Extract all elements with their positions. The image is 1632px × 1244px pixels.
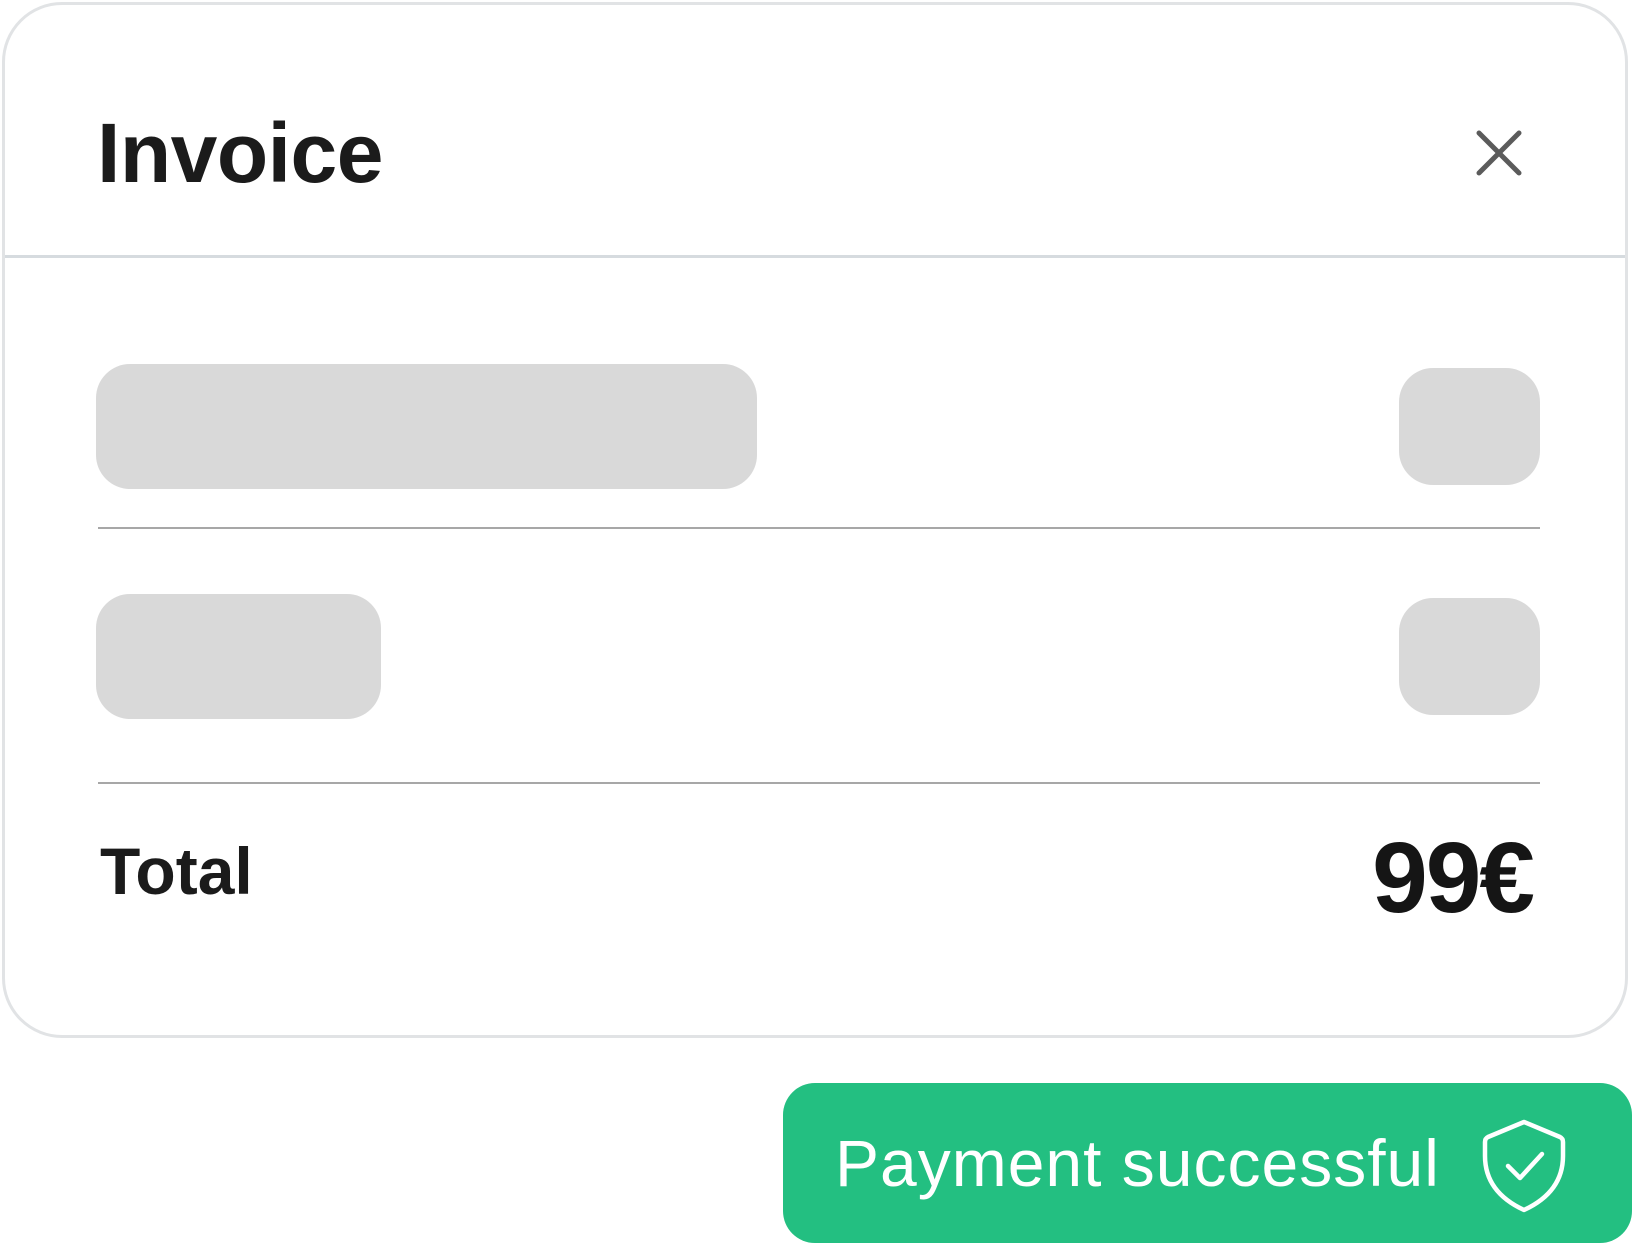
total-amount: 99€ [1372,822,1535,934]
invoice-header: Invoice [5,5,1625,258]
payment-success-toast: Payment successful [783,1083,1632,1243]
close-button[interactable] [1471,125,1527,181]
close-icon [1476,130,1522,176]
line-item-1-label-placeholder [96,364,757,489]
total-label: Total [100,834,253,908]
toast-message: Payment successful [835,1126,1440,1200]
line-item-1-amount-placeholder [1399,368,1540,485]
line-item-divider [98,527,1540,529]
total-divider [98,782,1540,784]
invoice-title: Invoice [97,106,383,200]
line-item-2-label-placeholder [96,594,381,719]
shield-check-icon [1474,1114,1574,1214]
line-item-2-amount-placeholder [1399,598,1540,715]
invoice-card: Invoice Total 99€ [2,2,1628,1038]
